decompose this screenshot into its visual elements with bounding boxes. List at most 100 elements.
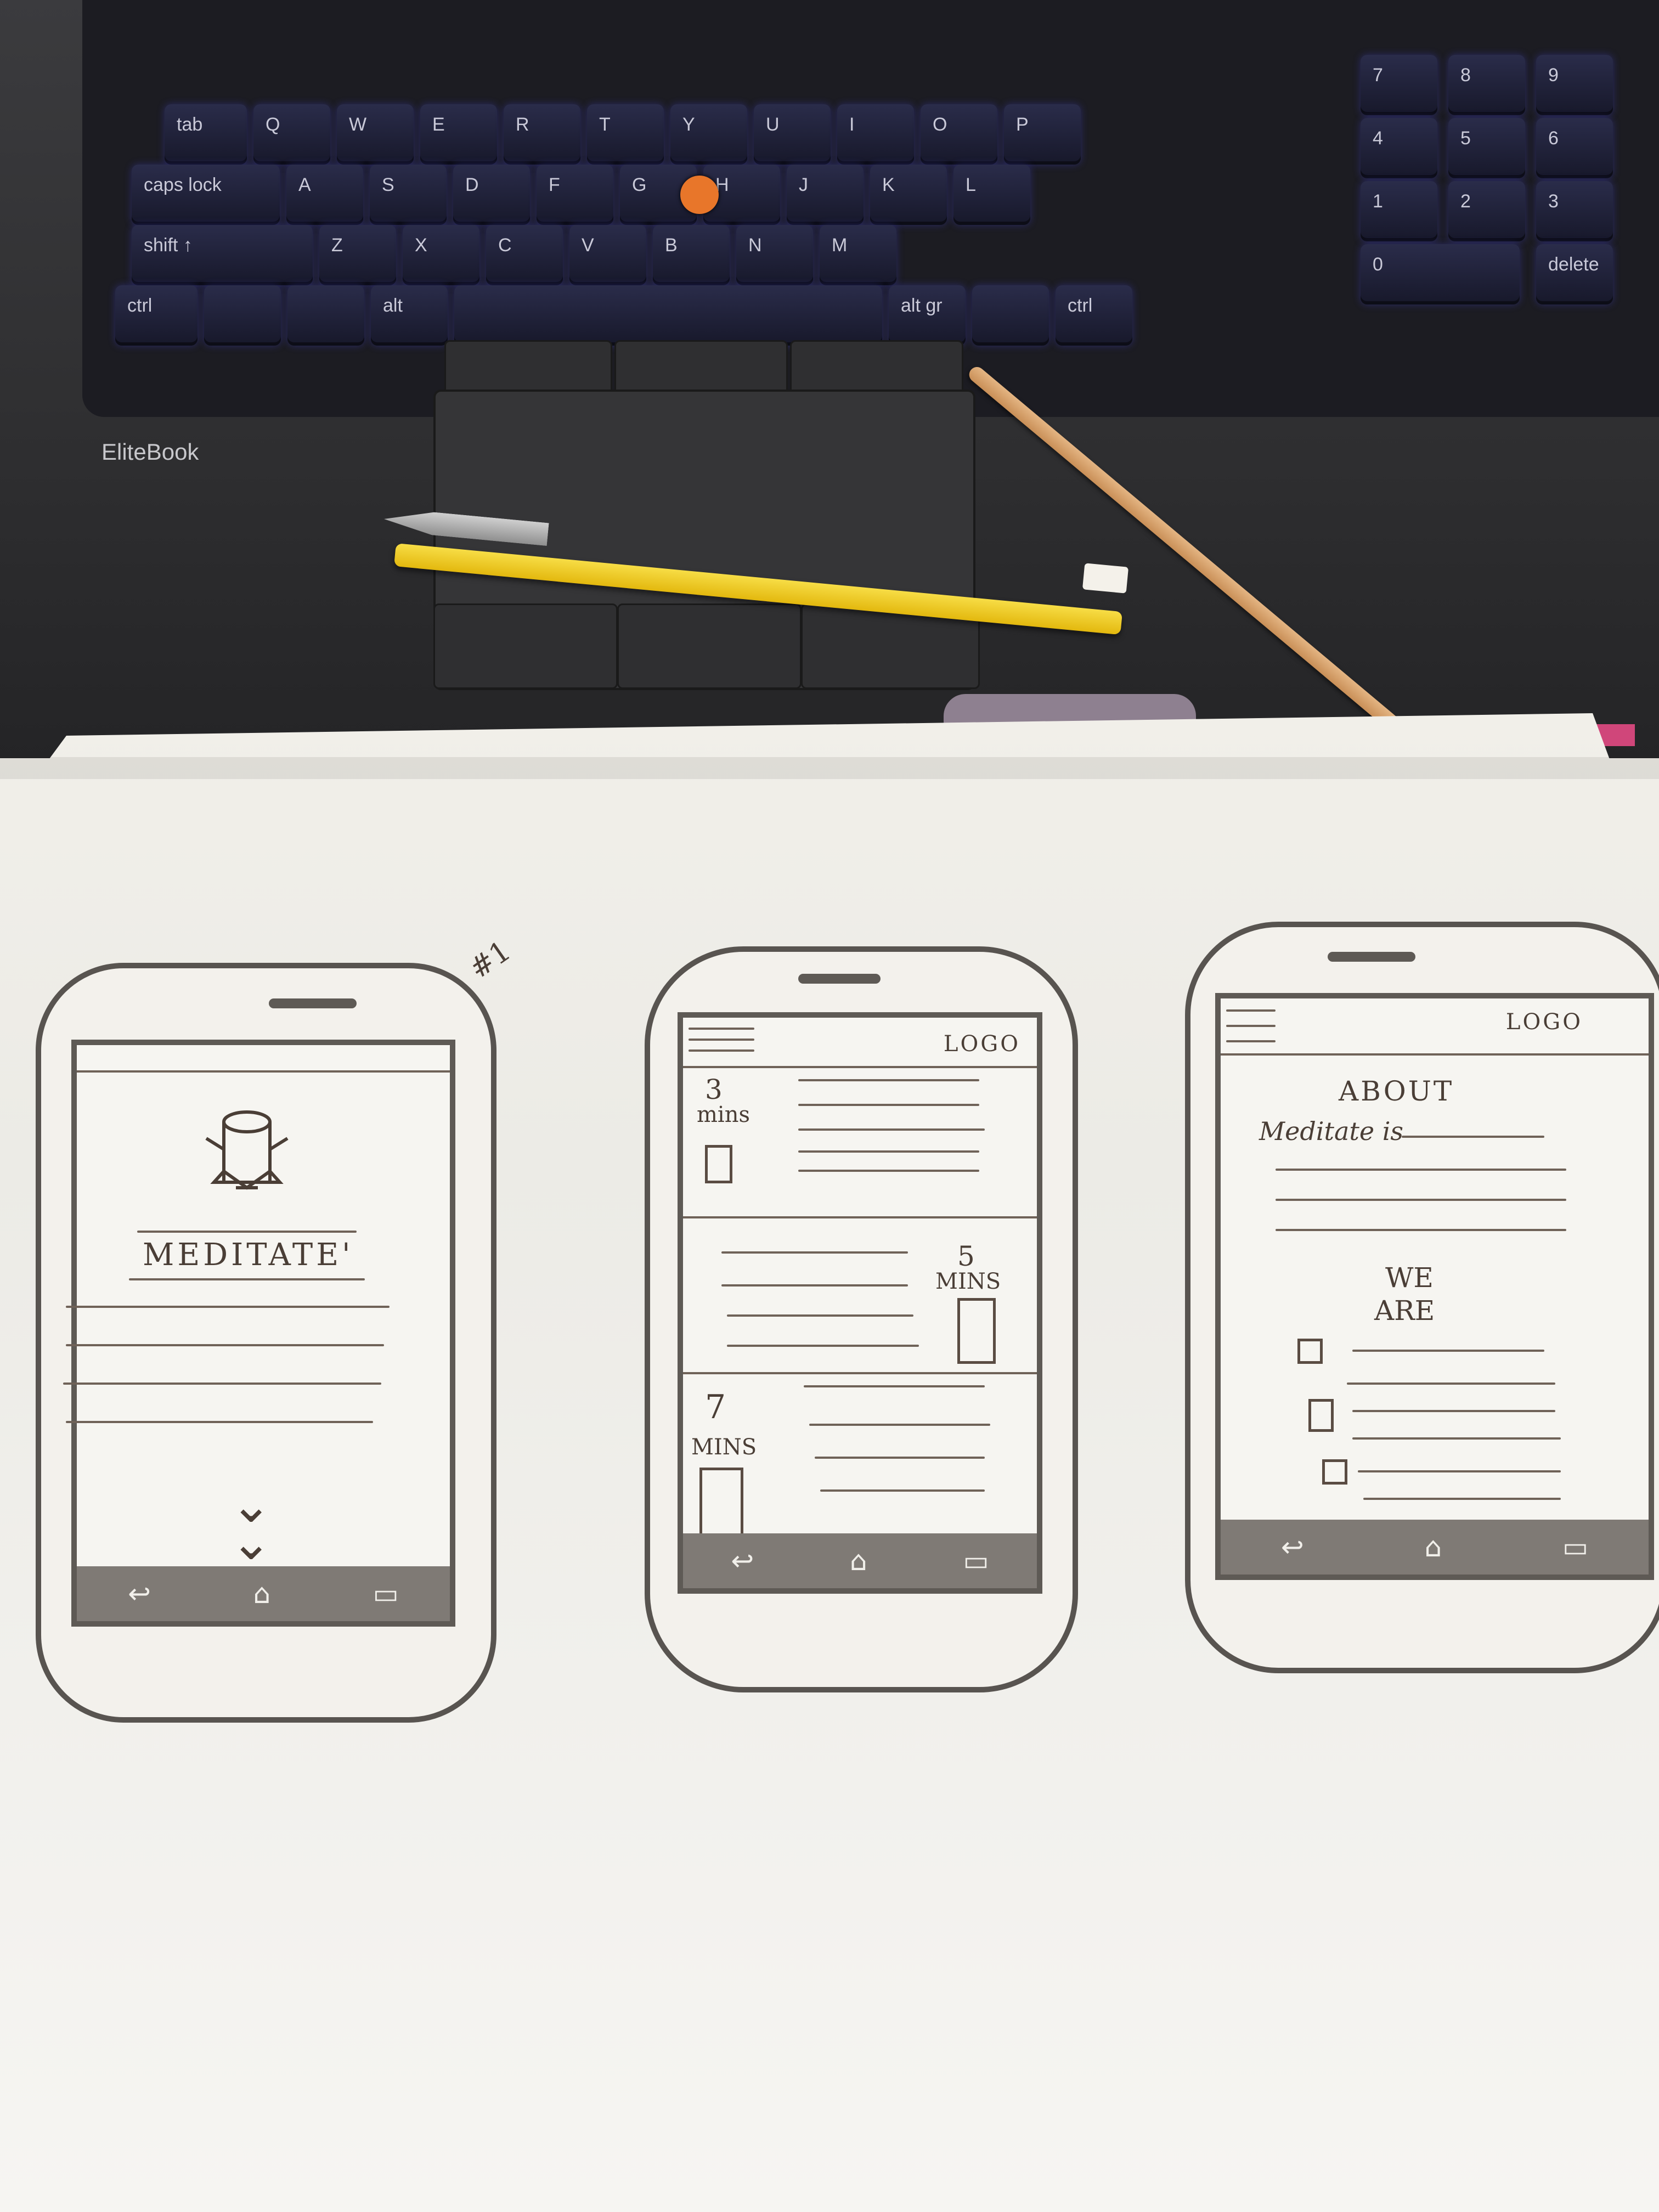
session-minutes-number: 5 <box>957 1240 975 1272</box>
keyboard-key[interactable]: R <box>504 104 580 165</box>
key-label: 5 <box>1460 128 1471 149</box>
numpad-key[interactable]: 0 <box>1361 244 1520 304</box>
keyboard-key[interactable]: E <box>420 104 497 165</box>
back-icon[interactable]: ↩ <box>128 1578 151 1610</box>
tree-stump-icon <box>203 1105 291 1210</box>
key-label: F <box>549 174 560 195</box>
key-label: 0 <box>1373 254 1383 275</box>
key-label: Q <box>266 114 280 135</box>
hamburger-menu-icon[interactable] <box>1226 1004 1276 1048</box>
phone-screen-2: LOGO 3 mins 5 MINS 7 MINS ↩ ⌂ ▭ <box>678 1012 1042 1594</box>
numpad-key[interactable]: 2 <box>1448 181 1525 241</box>
keyboard-key[interactable]: M <box>820 225 896 285</box>
phone-sketch-2: LOGO 3 mins 5 MINS 7 MINS ↩ ⌂ ▭ <box>645 946 1078 1692</box>
hamburger-menu-icon[interactable] <box>689 1023 754 1062</box>
numpad-key[interactable]: 1 <box>1361 181 1437 241</box>
key-label: 3 <box>1548 191 1559 212</box>
text-line <box>66 1306 390 1308</box>
paper-shadow <box>0 757 1659 779</box>
key-label: 4 <box>1373 128 1383 149</box>
key-label: X <box>415 235 427 256</box>
keyboard-key[interactable]: Z <box>319 225 396 285</box>
keyboard-key[interactable]: D <box>453 165 530 225</box>
laptop-brand-label: EliteBook <box>101 439 199 465</box>
pencil-eraser <box>1082 563 1129 594</box>
laptop: tab Q W E R T Y U I O Pcaps lock A S D F G H J K Lshift ↑ Z X… <box>0 0 1659 768</box>
key-label: 2 <box>1460 191 1471 212</box>
recent-apps-icon[interactable]: ▭ <box>963 1545 989 1577</box>
keyboard-key[interactable]: V <box>569 225 646 285</box>
phone-speaker <box>269 998 357 1008</box>
key-label: R <box>516 114 529 135</box>
keyboard-key[interactable]: tab <box>165 104 247 165</box>
key-label: Y <box>682 114 695 135</box>
play-chevron-icon[interactable] <box>957 1298 996 1364</box>
home-icon[interactable]: ⌂ <box>850 1545 867 1577</box>
keyboard-key[interactable]: F <box>537 165 613 225</box>
key-label: L <box>966 174 976 195</box>
numpad-key[interactable]: delete <box>1536 244 1613 304</box>
keyboard-key[interactable]: caps lock <box>132 165 280 225</box>
keyboard-key[interactable]: W <box>337 104 414 165</box>
keyboard-key[interactable]: X <box>403 225 479 285</box>
key-label: V <box>582 235 594 256</box>
numpad-key[interactable]: 9 <box>1536 55 1613 115</box>
list-checkbox-icon[interactable] <box>1308 1399 1334 1432</box>
key-label: G <box>632 174 647 195</box>
numpad-key[interactable]: 8 <box>1448 55 1525 115</box>
status-bar-divider <box>77 1070 450 1073</box>
list-checkbox-icon[interactable] <box>1297 1339 1323 1364</box>
keyboard-key[interactable]: U <box>754 104 831 165</box>
keyboard-key[interactable]: T <box>587 104 664 165</box>
play-chevron-icon[interactable] <box>705 1145 732 1183</box>
key-label: shift ↑ <box>144 235 193 256</box>
session-card[interactable]: 7 MINS <box>683 1374 1037 1550</box>
key-label: C <box>498 235 512 256</box>
numpad-key[interactable]: 5 <box>1448 118 1525 178</box>
key-label: tab <box>177 114 203 135</box>
key-label: 8 <box>1460 65 1471 86</box>
key-label: P <box>1016 114 1029 135</box>
keyboard-key[interactable]: O <box>921 104 997 165</box>
text-line <box>66 1421 373 1423</box>
session-minutes-number: 7 <box>705 1388 726 1426</box>
keyboard-key[interactable]: J <box>787 165 864 225</box>
list-checkbox-icon[interactable] <box>1322 1459 1347 1485</box>
back-icon[interactable]: ↩ <box>731 1545 754 1577</box>
android-nav-bar: ↩ ⌂ ▭ <box>77 1566 450 1621</box>
key-label: caps lock <box>144 174 222 195</box>
touchpad-bottom-button-left <box>433 603 618 689</box>
numpad-key[interactable]: 3 <box>1536 181 1613 241</box>
keyboard-key[interactable]: S <box>370 165 447 225</box>
keyboard-key[interactable]: I <box>837 104 914 165</box>
phone-sketch-3: LOGO ABOUT Meditate is WE ARE ↩ ⌂ ▭ <box>1185 922 1659 1673</box>
title-overline <box>137 1231 357 1233</box>
keyboard-key[interactable]: C <box>486 225 563 285</box>
text-line <box>63 1383 381 1385</box>
numpad-key[interactable]: 4 <box>1361 118 1437 178</box>
keyboard-key[interactable]: N <box>736 225 813 285</box>
keyboard-key[interactable]: K <box>870 165 947 225</box>
session-card[interactable]: 5 MINS <box>683 1218 1037 1372</box>
phone-sketch-1: MEDITATE' ⌄⌄⌄ ↩ ⌂ ▭ <box>36 963 496 1723</box>
back-icon[interactable]: ↩ <box>1281 1531 1304 1563</box>
home-icon[interactable]: ⌂ <box>253 1578 270 1610</box>
key-label: E <box>432 114 445 135</box>
keyboard-key[interactable]: L <box>953 165 1030 225</box>
home-icon[interactable]: ⌂ <box>1424 1531 1442 1563</box>
keyboard-key[interactable]: P <box>1004 104 1081 165</box>
keyboard-key[interactable]: Q <box>253 104 330 165</box>
keyboard-key[interactable]: A <box>286 165 363 225</box>
phone-screen-1: MEDITATE' ⌄⌄⌄ ↩ ⌂ ▭ <box>63 1040 455 1627</box>
numpad-key[interactable]: 7 <box>1361 55 1437 115</box>
key-label: M <box>832 235 848 256</box>
recent-apps-icon[interactable]: ▭ <box>1562 1531 1588 1563</box>
keyboard-key[interactable]: shift ↑ <box>132 225 313 285</box>
keyboard-key[interactable]: B <box>653 225 730 285</box>
numpad-key[interactable]: 6 <box>1536 118 1613 178</box>
keyboard-key[interactable]: Y <box>670 104 747 165</box>
key-label: 7 <box>1373 65 1383 86</box>
recent-apps-icon[interactable]: ▭ <box>373 1578 399 1610</box>
session-card[interactable]: 3 mins <box>683 1068 1037 1216</box>
phone-speaker <box>798 974 881 984</box>
